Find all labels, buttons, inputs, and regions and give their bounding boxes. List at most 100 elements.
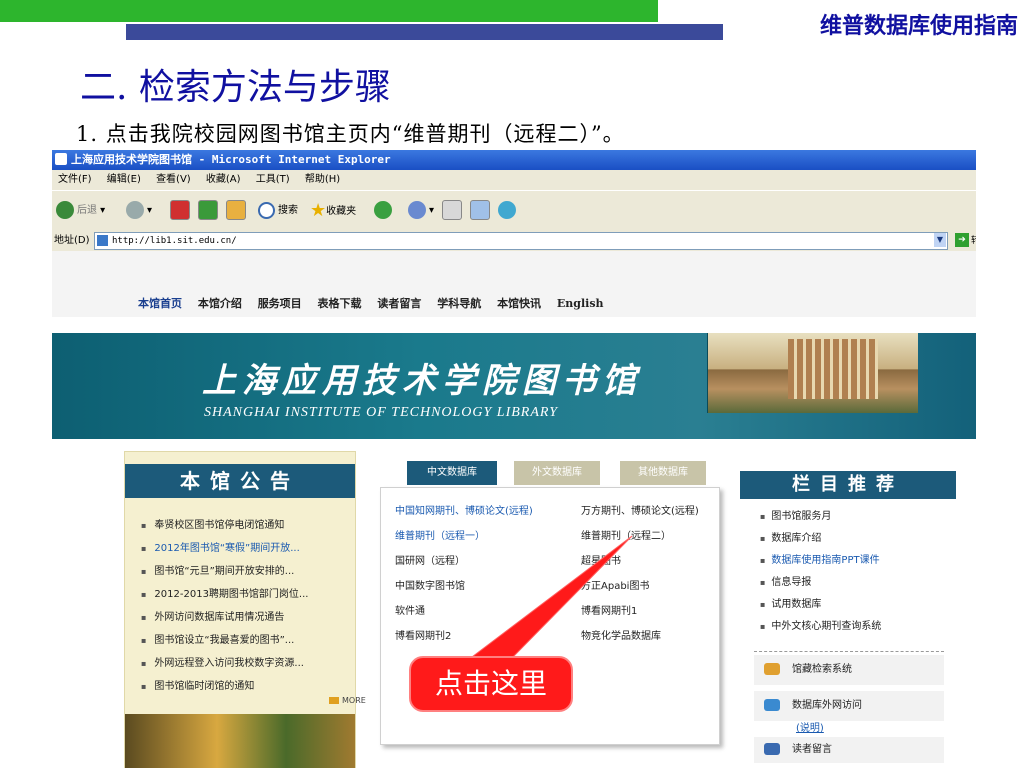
menu-tools[interactable]: 工具(T) <box>256 174 290 185</box>
address-label: 地址(D) <box>54 235 90 246</box>
tab-other-db[interactable]: 其他数据库 <box>620 461 706 485</box>
menu-view[interactable]: 查看(V) <box>156 174 191 185</box>
remote-access-note-link[interactable]: (说明) <box>796 719 824 734</box>
header-green-bar <box>0 0 658 22</box>
db-link[interactable]: 国研网（远程） <box>395 552 465 567</box>
catalog-icon <box>764 663 780 675</box>
toolbar: 后退 ▾ ▾ 搜索 ★收藏夹 ▾ <box>52 190 976 232</box>
nav-downloads[interactable]: 表格下载 <box>318 297 362 310</box>
recommend-item[interactable]: 试用数据库 <box>760 595 821 610</box>
menu-favorites[interactable]: 收藏(A) <box>206 174 241 185</box>
db-link[interactable]: 中国知网期刊、博硕论文(远程) <box>395 502 533 517</box>
ie-logo-icon <box>55 153 67 165</box>
page-icon <box>97 235 108 246</box>
menu-help[interactable]: 帮助(H) <box>305 174 340 185</box>
notice-item[interactable]: 图书馆设立“我最喜爱的图书”... <box>141 631 294 646</box>
print-button[interactable] <box>442 199 462 223</box>
db-link[interactable]: 物竞化学品数据库 <box>581 627 661 642</box>
history-button[interactable] <box>374 199 395 223</box>
recommend-item[interactable]: 数据库使用指南PPT课件 <box>760 551 879 566</box>
menu-bar: 文件(F) 编辑(E) 查看(V) 收藏(A) 工具(T) 帮助(H) <box>52 170 976 190</box>
menu-file[interactable]: 文件(F) <box>58 174 92 185</box>
edit-button[interactable] <box>470 199 490 223</box>
more-icon <box>329 697 339 704</box>
chat-icon <box>764 743 780 755</box>
site-banner: 上海应用技术学院图书馆 SHANGHAI INSTITUTE OF TECHNO… <box>52 333 976 439</box>
notice-item[interactable]: 图书馆临时闭馆的通知 <box>141 677 254 692</box>
db-link[interactable]: 方正Apabi图书 <box>581 577 649 592</box>
notice-item[interactable]: 外网远程登入访问我校数字资源... <box>141 654 304 669</box>
db-link[interactable]: 中国数字图书馆 <box>395 577 465 592</box>
db-link[interactable]: 博看网期刊1 <box>581 602 637 617</box>
back-arrow-icon <box>56 201 74 219</box>
search-label: 搜索 <box>278 205 298 216</box>
notice-heading: 本馆公告 <box>125 464 355 498</box>
notice-item[interactable]: 2012-2013聘期图书馆部门岗位... <box>141 585 308 600</box>
menu-edit[interactable]: 编辑(E) <box>107 174 141 185</box>
messenger-icon <box>498 201 516 219</box>
tab-foreign-db[interactable]: 外文数据库 <box>514 461 600 485</box>
nav-about[interactable]: 本馆介绍 <box>198 297 242 310</box>
nav-services[interactable]: 服务项目 <box>258 297 302 310</box>
search-button[interactable]: 搜索 <box>258 199 298 223</box>
edit-icon <box>470 200 490 220</box>
stop-icon <box>170 200 190 220</box>
catalog-label: 馆藏检索系统 <box>792 664 852 675</box>
forward-arrow-icon <box>126 201 144 219</box>
recommend-item[interactable]: 图书馆服务月 <box>760 507 831 522</box>
stop-button[interactable] <box>170 199 190 223</box>
nav-subjects[interactable]: 学科导航 <box>437 297 481 310</box>
nav-english[interactable]: English <box>557 297 604 310</box>
recommend-item[interactable]: 中外文核心期刊查询系统 <box>760 617 881 632</box>
remote-access-link[interactable]: 数据库外网访问 <box>754 691 944 721</box>
notice-item[interactable]: 2012年图书馆“寒假”期间开放... <box>141 539 299 554</box>
refresh-button[interactable] <box>198 199 218 223</box>
messenger-button[interactable] <box>498 199 519 223</box>
go-arrow-icon: ➔ <box>958 235 966 245</box>
db-link[interactable]: 软件通 <box>395 602 425 617</box>
home-button[interactable] <box>226 199 246 223</box>
campus-photo <box>125 714 355 768</box>
db-link-vip-remote-2[interactable]: 维普期刊（远程二） <box>581 527 671 542</box>
back-button[interactable]: 后退 ▾ <box>56 199 105 223</box>
favorites-button[interactable]: ★收藏夹 <box>310 199 356 223</box>
tab-chinese-db[interactable]: 中文数据库 <box>407 461 497 485</box>
address-input[interactable]: http://lib1.sit.edu.cn/ <box>94 232 948 250</box>
click-here-callout: 点击这里 <box>409 656 573 712</box>
go-button[interactable]: ➔ <box>955 233 969 247</box>
site-nav-area: 本馆首页 本馆介绍 服务项目 表格下载 读者留言 学科导航 本馆快讯 Engli… <box>52 251 976 317</box>
db-link[interactable]: 维普期刊（远程一） <box>395 527 485 542</box>
forward-button[interactable]: ▾ <box>126 199 152 223</box>
go-label: 转 <box>971 236 976 246</box>
catalog-search-link[interactable]: 馆藏检索系统 <box>754 655 944 685</box>
window-titlebar: 上海应用技术学院图书馆 - Microsoft Internet Explore… <box>52 150 976 170</box>
banner-building-photo <box>707 333 918 413</box>
banner-title-cn: 上海应用技术学院图书馆 <box>202 361 642 401</box>
nav-home[interactable]: 本馆首页 <box>138 297 182 310</box>
refresh-icon <box>198 200 218 220</box>
notice-item[interactable]: 外网访问数据库试用情况通告 <box>141 608 284 623</box>
guestbook-link[interactable]: 读者留言 <box>754 737 944 763</box>
recommend-panel: 栏目推荐 图书馆服务月 数据库介绍 数据库使用指南PPT课件 信息导报 试用数据… <box>740 451 976 768</box>
db-link[interactable]: 超星图书 <box>581 552 621 567</box>
notice-item[interactable]: 图书馆“元旦”期间开放安排的... <box>141 562 294 577</box>
db-link[interactable]: 万方期刊、博硕论文(远程) <box>581 502 699 517</box>
favorites-label: 收藏夹 <box>326 206 357 217</box>
nav-news[interactable]: 本馆快讯 <box>497 297 541 310</box>
more-button[interactable]: MORE <box>329 696 366 705</box>
notice-item[interactable]: 奉贤校区图书馆停电闭馆通知 <box>141 516 284 531</box>
panel-divider <box>754 651 944 652</box>
step-instruction: 1. 点击我院校园网图书馆主页内“维普期刊（远程二）”。 <box>76 122 625 146</box>
db-link[interactable]: 博看网期刊2 <box>395 627 451 642</box>
mail-button[interactable]: ▾ <box>408 199 434 223</box>
search-icon <box>258 201 275 219</box>
remote-access-label: 数据库外网访问 <box>792 700 862 711</box>
history-icon <box>374 201 392 219</box>
address-value: http://lib1.sit.edu.cn/ <box>112 236 237 246</box>
recommend-item[interactable]: 数据库介绍 <box>760 529 821 544</box>
recommend-item[interactable]: 信息导报 <box>760 573 811 588</box>
more-label: MORE <box>342 696 366 705</box>
address-dropdown[interactable]: ▼ <box>934 233 946 247</box>
nav-guestbook[interactable]: 读者留言 <box>377 297 421 310</box>
notice-panel: 本馆公告 奉贤校区图书馆停电闭馆通知 2012年图书馆“寒假”期间开放... 图… <box>124 451 366 768</box>
